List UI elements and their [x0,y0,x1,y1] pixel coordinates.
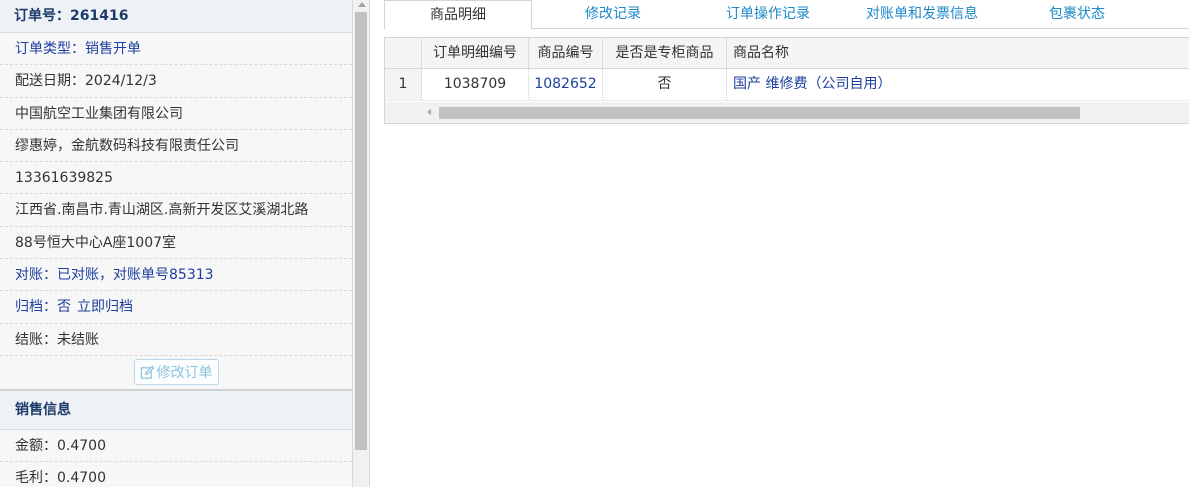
scroll-up-arrow-icon[interactable] [358,2,366,7]
column-header-product-name[interactable]: 商品名称 [727,38,1189,68]
archive-label: 归档： [15,299,57,316]
row-number-header [385,38,422,68]
delivery-date: 配送日期：2024/12/3 [0,65,352,98]
address-line-1: 江西省.南昌市.青山湖区.高新开发区艾溪湖北路 [0,194,352,227]
tab-modification-log[interactable]: 修改记录 [532,0,694,29]
column-header-detail-id[interactable]: 订单明细编号 [422,38,529,68]
tab-statement-invoice[interactable]: 对账单和发票信息 [842,0,1002,29]
tab-product-details[interactable]: 商品明细 [384,0,532,30]
product-detail-grid: 订单明细编号 商品编号 是否是专柜商品 商品名称 1 1038709 10826… [384,37,1189,124]
tab-order-operation-log[interactable]: 订单操作记录 [694,0,842,29]
column-header-product-id[interactable]: 商品编号 [529,38,603,68]
edit-icon [140,365,154,379]
order-number-header: 订单号：261416 [0,0,352,33]
address-line-2: 88号恒大中心A座1007室 [0,227,352,260]
settlement-status: 结账：未结账 [0,324,352,356]
product-id-link[interactable]: 1082652 [529,69,603,100]
reconciliation-status: 对账：已对账，对账单号85313 [0,259,352,292]
company-name: 中国航空工业集团有限公司 [0,98,352,130]
product-name-link[interactable]: 国产 维修费（公司自用） [727,69,1189,100]
contact-name: 缪惠婷，金航数码科技有限责任公司 [0,130,352,163]
order-type: 订单类型：销售开单 [0,33,352,66]
table-row[interactable]: 1 1038709 1082652 否 国产 维修费（公司自用） [385,69,1189,101]
row-number: 1 [385,69,422,100]
sales-amount: 金额：0.4700 [0,430,352,463]
archive-value: 否 [57,299,71,316]
horizontal-scrollbar-thumb[interactable] [439,107,1080,119]
counter-product-cell: 否 [603,69,727,100]
scrollbar-thumb[interactable] [355,12,367,450]
detail-tabs: 商品明细 修改记录 订单操作记录 对账单和发票信息 包裹状态 [384,0,1189,30]
tab-package-status[interactable]: 包裹状态 [1002,0,1152,29]
edit-order-label: 修改订单 [156,365,213,382]
sales-gross-profit: 毛利：0.4700 [0,462,352,487]
left-panel-scrollbar[interactable] [353,0,370,487]
detail-id-cell: 1038709 [422,69,529,100]
sales-info-title: 销售信息 [0,389,352,430]
edit-button-row: 修改订单 [0,356,352,390]
column-header-counter-product[interactable]: 是否是专柜商品 [603,38,727,68]
archive-now-link[interactable]: 立即归档 [77,299,133,315]
grid-horizontal-scrollbar[interactable] [385,102,1189,123]
grid-header: 订单明细编号 商品编号 是否是专柜商品 商品名称 [385,38,1189,69]
phone-number: 13361639825 [0,162,352,195]
archive-row: 归档：否 立即归档 [0,291,352,324]
scroll-left-arrow-icon[interactable] [427,109,431,115]
order-info-panel: 订单号：261416 订单类型：销售开单 配送日期：2024/12/3 中国航空… [0,0,353,487]
edit-order-button[interactable]: 修改订单 [133,359,219,386]
